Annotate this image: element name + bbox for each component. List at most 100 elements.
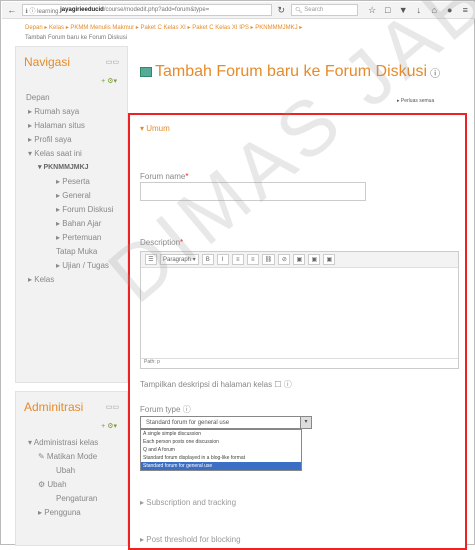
- breadcrumb-item[interactable]: Kelas: [49, 25, 64, 31]
- help-icon[interactable]: ⓘ: [284, 380, 292, 389]
- editor-toolbar: ☰ Paragraph ▾ B I ≡ ≡ ⛓ ⊘ ▣ ▣ ▣: [141, 252, 458, 268]
- admin-item[interactable]: Ubah: [16, 464, 127, 478]
- show-description-checkbox[interactable]: ☐: [274, 380, 281, 389]
- forum-type-option[interactable]: Standard forum displayed in a blog-like …: [141, 454, 301, 462]
- reload-icon[interactable]: ↻: [276, 5, 288, 16]
- download-icon[interactable]: ↓: [413, 5, 425, 15]
- forum-name-label-text: Forum name: [140, 172, 186, 181]
- forum-type-option[interactable]: Each person posts one discussion: [141, 438, 301, 446]
- extension-icon[interactable]: ●: [444, 5, 456, 15]
- menu-icon[interactable]: ≡: [459, 5, 471, 15]
- breadcrumb-item[interactable]: PKMM Menulis Makmur: [70, 25, 134, 31]
- url-prefix: ℹ ⓘ learning.: [25, 8, 61, 15]
- back-icon[interactable]: ←: [6, 5, 18, 15]
- required-marker: *: [180, 238, 184, 247]
- nav-item[interactable]: ▸ General: [16, 189, 127, 203]
- browser-toolbar: ← ℹ ⓘ learning. jayagirieeducid/course/mo…: [2, 2, 475, 19]
- nav-item[interactable]: Depan: [16, 91, 127, 105]
- admin-item[interactable]: ▾ Administrasi kelas: [16, 436, 127, 450]
- required-marker: *: [185, 172, 189, 181]
- page-title: Tambah Forum baru ke Forum Diskusi ⓘ: [140, 63, 440, 81]
- url-host: jayagirieeducid: [60, 7, 104, 13]
- forum-type-select[interactable]: Standard forum for general use ▾: [140, 416, 312, 429]
- bold-button[interactable]: B: [201, 254, 214, 265]
- forum-type-option[interactable]: Q and A forum: [141, 446, 301, 454]
- forum-type-option[interactable]: A single simple discussion: [141, 430, 301, 438]
- description-editor[interactable]: ☰ Paragraph ▾ B I ≡ ≡ ⛓ ⊘ ▣ ▣ ▣ Path: p: [140, 251, 459, 369]
- address-bar[interactable]: ℹ ⓘ learning. jayagirieeducid/course/mode…: [21, 4, 272, 16]
- add-forum-form: ▾ Umum Forum name* Description* ☰ Paragr…: [128, 113, 467, 550]
- pocket-icon[interactable]: ▼: [397, 5, 409, 15]
- show-description-label: Tampilkan deskripsi di halaman kelas ☐ ⓘ: [140, 379, 292, 390]
- forum-type-label-text: Forum type: [140, 405, 181, 414]
- forum-name-input[interactable]: [140, 182, 366, 201]
- forum-name-label: Forum name*: [140, 172, 188, 181]
- description-label-text: Description: [140, 238, 181, 247]
- media-button[interactable]: ▣: [308, 254, 321, 265]
- chevron-down-icon[interactable]: ▾: [300, 417, 311, 428]
- nav-item[interactable]: ▸ Ujian / Tugas: [16, 259, 127, 273]
- nav-item[interactable]: ▸ Peserta: [16, 175, 127, 189]
- navigation-title: Navigasi: [24, 55, 71, 69]
- ordered-list-button[interactable]: ≡: [246, 254, 259, 265]
- navigation-block: Navigasi ▭▭ + ⚙▾ Depan ▸ Rumah saya ▸ Halam…: [15, 46, 128, 383]
- forum-icon: [140, 67, 152, 77]
- files-button[interactable]: ▣: [323, 254, 336, 265]
- image-button[interactable]: ▣: [293, 254, 306, 265]
- nav-item[interactable]: ▸ Rumah saya: [16, 105, 127, 119]
- bookmark-star-icon[interactable]: ☆: [366, 5, 378, 16]
- nav-item[interactable]: ▸ Halaman situs: [16, 119, 127, 133]
- section-general[interactable]: ▾ Umum: [140, 124, 170, 133]
- administration-list: ▾ Administrasi kelas ✎ Matikan Mode Ubah ⚙ …: [16, 432, 127, 524]
- unlink-button[interactable]: ⊘: [278, 254, 291, 265]
- search-placeholder: Search: [304, 7, 324, 13]
- help-icon[interactable]: ⓘ: [183, 405, 191, 414]
- nav-item[interactable]: Tatap Muka: [16, 245, 127, 259]
- url-rest: /course/modedit.php?add=forum&type=: [103, 7, 210, 13]
- description-label: Description*: [140, 238, 183, 247]
- administration-block: Adminitrasi ▭▭ + ⚙▾ ▾ Administrasi kelas ✎…: [15, 391, 128, 546]
- browser-window: ← ℹ ⓘ learning. jayagirieeducid/course/mo…: [0, 0, 475, 550]
- navigation-list: Depan ▸ Rumah saya ▸ Halaman situs ▸ Profil…: [16, 87, 127, 291]
- section-post-threshold[interactable]: ▸ Post threshold for blocking: [140, 535, 241, 544]
- section-subscription[interactable]: ▸ Subscription and tracking: [140, 498, 236, 507]
- link-button[interactable]: ⛓: [261, 254, 276, 265]
- forum-type-options: A single simple discussion Each person po…: [140, 429, 302, 471]
- italic-button[interactable]: I: [216, 254, 229, 265]
- admin-item[interactable]: ▸ Pengguna: [16, 506, 127, 520]
- help-icon[interactable]: ⓘ: [430, 65, 440, 80]
- admin-item[interactable]: ⚙ Ubah: [16, 478, 127, 492]
- navigation-block-header: Navigasi ▭▭: [16, 47, 127, 77]
- nav-item[interactable]: ▸ Profil saya: [16, 133, 127, 147]
- forum-type-option[interactable]: Standard forum for general use: [141, 462, 301, 470]
- breadcrumb-item[interactable]: PKNMMMJMKJ: [255, 25, 297, 31]
- nav-item[interactable]: ▸ Kelas: [16, 273, 127, 287]
- nav-item[interactable]: ▸ Pertemuan: [16, 231, 127, 245]
- admin-item[interactable]: Pengaturan: [16, 492, 127, 506]
- breadcrumb-item[interactable]: Paket C Kelas XI: [140, 25, 185, 31]
- breadcrumb-item[interactable]: Depan: [25, 25, 43, 31]
- dock-icon[interactable]: ▭▭: [106, 58, 119, 66]
- expand-all-link[interactable]: ▸ Perluas semua: [397, 98, 434, 104]
- nav-item[interactable]: ▾ PKNMMJMKJ: [16, 161, 127, 175]
- unordered-list-button[interactable]: ≡: [231, 254, 244, 265]
- nav-item[interactable]: ▸ Bahan Ajar: [16, 217, 127, 231]
- home-icon[interactable]: ⌂: [428, 5, 440, 15]
- block-actions-icon[interactable]: + ⚙▾: [16, 422, 127, 432]
- dock-icon[interactable]: ▭▭: [106, 403, 119, 411]
- toolbar-toggle-button[interactable]: ☰: [145, 254, 157, 265]
- admin-item[interactable]: ✎ Matikan Mode: [16, 450, 127, 464]
- nav-item[interactable]: ▸ Forum Diskusi: [16, 203, 127, 217]
- forum-type-value: Standard forum for general use: [146, 419, 230, 426]
- search-input[interactable]: 🔍︎ Search: [291, 4, 359, 16]
- reading-list-icon[interactable]: □: [382, 5, 394, 15]
- show-description-text: Tampilkan deskripsi di halaman kelas: [140, 380, 273, 389]
- nav-item[interactable]: ▾ Kelas saat ini: [16, 147, 127, 161]
- page-title-text: Tambah Forum baru ke Forum Diskusi: [155, 63, 428, 80]
- breadcrumb: Depan ▸ Kelas ▸ PKMM Menulis Makmur ▸ Pa…: [25, 25, 303, 41]
- forum-type-label: Forum type ⓘ: [140, 404, 191, 415]
- paragraph-style-select[interactable]: Paragraph ▾: [160, 254, 199, 265]
- block-actions-icon[interactable]: + ⚙▾: [16, 77, 127, 87]
- breadcrumb-item[interactable]: Paket C Kelas XI IPS: [192, 25, 249, 31]
- breadcrumb-current: Tambah Forum baru ke Forum Diskusi: [25, 35, 128, 41]
